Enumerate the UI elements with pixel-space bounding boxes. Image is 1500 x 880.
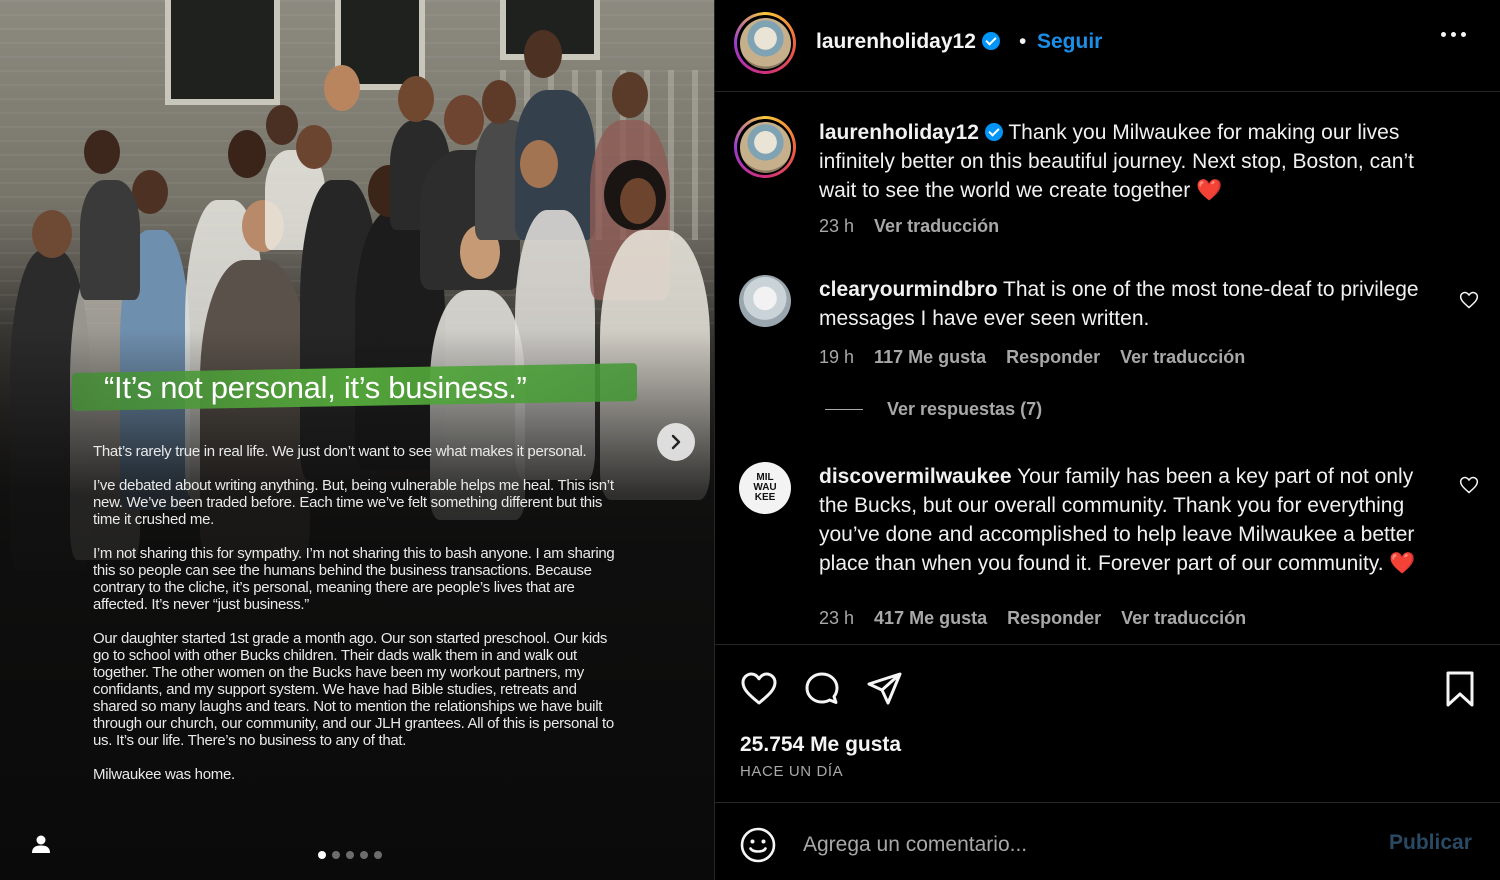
carousel-dot	[346, 851, 354, 859]
bookmark-icon[interactable]	[1440, 669, 1480, 709]
comment-icon[interactable]	[802, 669, 842, 709]
author-avatar[interactable]	[734, 12, 796, 74]
comment-time: 19 h	[819, 347, 855, 367]
commenter-avatar[interactable]: MIL WAU KEE	[739, 462, 791, 514]
user-icon[interactable]	[30, 833, 52, 855]
reply-button[interactable]: Responder	[1007, 608, 1101, 629]
comment-username[interactable]: discovermilwaukee	[819, 465, 1012, 488]
header-separator: •	[1019, 30, 1027, 53]
carousel-dot	[332, 851, 340, 859]
caption-text: laurenholiday12 Thank you Milwaukee for …	[819, 118, 1439, 205]
comments-section: laurenholiday12 Thank you Milwaukee for …	[715, 92, 1500, 645]
chevron-right-icon	[671, 434, 681, 450]
statement-paragraph: That’s rarely true in real life. We just…	[93, 443, 587, 460]
translate-button[interactable]: Ver traducción	[1121, 608, 1246, 629]
statement-paragraph: Our daughter started 1st grade a month a…	[93, 630, 614, 749]
next-slide-button[interactable]	[657, 423, 695, 461]
replies-divider	[825, 409, 863, 410]
verified-badge-icon	[981, 32, 1000, 50]
avatar-photo	[739, 121, 791, 173]
follow-button[interactable]: Seguir	[1037, 30, 1102, 54]
comment-text: clearyourmindbro That is one of the most…	[819, 275, 1439, 333]
heart-emoji: ❤️	[1389, 552, 1416, 575]
author-username[interactable]: laurenholiday12	[816, 30, 1000, 54]
carousel-indicator	[318, 851, 382, 859]
comment-meta: 23 h 417 Me gusta Responder Ver traducci…	[819, 608, 1246, 629]
avatar-photo	[739, 17, 791, 69]
more-horizontal-icon[interactable]	[1441, 32, 1466, 37]
likes-count[interactable]: 25.754 Me gusta	[740, 733, 901, 757]
translate-button[interactable]: Ver traducción	[874, 216, 999, 237]
statement-paragraph: Milwaukee was home.	[93, 766, 235, 783]
author-avatar[interactable]	[734, 116, 796, 178]
post-media: “It’s not personal, it’s business.” That…	[0, 0, 714, 880]
carousel-dot	[360, 851, 368, 859]
comment-meta: 19 h 117 Me gusta Responder Ver traducci…	[819, 347, 1245, 368]
view-replies-button[interactable]: Ver respuestas (7)	[825, 399, 1042, 420]
view-replies-label: Ver respuestas (7)	[887, 399, 1043, 419]
carousel-dot	[318, 851, 326, 859]
caption-meta: 23 h Ver traducción	[819, 216, 999, 237]
post-details-panel: laurenholiday12 • Seguir laurenholiday12…	[714, 0, 1500, 880]
publish-button[interactable]: Publicar	[1389, 831, 1472, 855]
like-comment-heart-icon[interactable]	[1459, 290, 1479, 310]
comment-username[interactable]: clearyourmindbro	[819, 278, 998, 301]
post-header: laurenholiday12 • Seguir	[715, 0, 1500, 92]
comment-time: 23 h	[819, 608, 855, 628]
heart-icon[interactable]	[739, 669, 779, 709]
statement-text: That’s rarely true in real life. We just…	[93, 443, 623, 800]
caption-time: 23 h	[819, 216, 855, 236]
post-date: HACE UN DÍA	[740, 763, 844, 780]
comment-input[interactable]	[803, 828, 1363, 862]
verified-badge-icon	[984, 123, 1003, 141]
statement-paragraph: I’m not sharing this for sympathy. I’m n…	[93, 545, 615, 613]
comment-likes[interactable]: 417 Me gusta	[874, 608, 987, 629]
comment-text: discovermilwaukee Your family has been a…	[819, 462, 1439, 578]
emoji-icon[interactable]	[739, 826, 777, 864]
add-comment-bar: Publicar	[715, 803, 1500, 880]
reply-button[interactable]: Responder	[1006, 347, 1100, 368]
avatar-logo-text: MIL WAU KEE	[753, 472, 777, 503]
carousel-dot	[374, 851, 382, 859]
quote-highlight: “It’s not personal, it’s business.”	[72, 363, 637, 411]
heart-emoji: ❤️	[1196, 179, 1223, 202]
translate-button[interactable]: Ver traducción	[1120, 347, 1245, 368]
comment-likes[interactable]: 117 Me gusta	[874, 347, 986, 368]
quote-text: “It’s not personal, it’s business.”	[104, 370, 527, 405]
post-actions: 25.754 Me gusta HACE UN DÍA	[715, 645, 1500, 803]
statement-paragraph: I’ve debated about writing anything. But…	[93, 477, 614, 528]
caption-username[interactable]: laurenholiday12	[819, 121, 979, 144]
share-icon[interactable]	[865, 669, 905, 709]
commenter-avatar[interactable]	[739, 275, 791, 327]
like-comment-heart-icon[interactable]	[1459, 475, 1479, 495]
username-text: laurenholiday12	[816, 30, 976, 53]
